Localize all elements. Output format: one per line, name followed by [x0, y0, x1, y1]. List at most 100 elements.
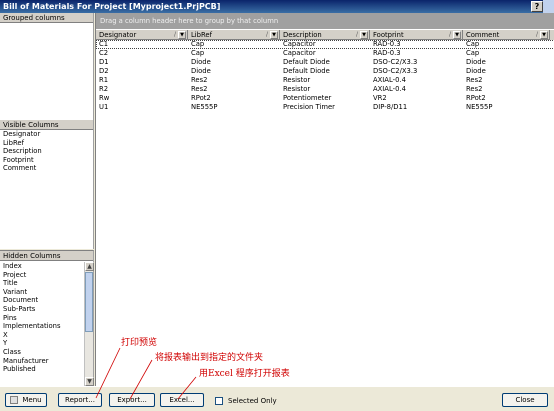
table-row[interactable]: D1 Diode Default Diode DSO-C2/X3.3 Diode: [96, 58, 554, 67]
hidden-column-item[interactable]: Index: [0, 262, 84, 271]
annotation-excel: 用Excel 程序打开报表: [199, 369, 290, 379]
close-button[interactable]: Close: [502, 393, 548, 407]
table-cell: DSO-C2/X3.3: [373, 67, 418, 75]
table-row[interactable]: R1 Res2 Resistor AXIAL-0.4 Res2: [96, 76, 554, 85]
annotation-export: 将报表输出到指定的文件夹: [155, 353, 264, 363]
column-header[interactable]: Designator / ▼: [96, 30, 188, 40]
hidden-column-item[interactable]: Document: [0, 296, 84, 305]
column-header[interactable]: Footprint / ▼: [370, 30, 463, 40]
column-header[interactable]: Comment / ▼: [463, 30, 550, 40]
filter-dropdown-icon[interactable]: ▼: [178, 31, 186, 39]
sort-icon: /: [448, 31, 451, 38]
excel-button[interactable]: Excel...: [160, 393, 204, 407]
table-cell: R2: [99, 85, 109, 93]
window-title: Bill of Materials For Project [Myproject…: [3, 2, 221, 11]
table-row[interactable]: D2 Diode Default Diode DSO-C2/X3.3 Diode: [96, 67, 554, 76]
grouped-columns-header: Grouped columns: [0, 13, 93, 23]
table-cell: Capacitor: [283, 49, 316, 57]
filter-dropdown-icon[interactable]: ▼: [540, 31, 548, 39]
column-header-label: Designator: [99, 31, 137, 39]
table-cell: C1: [99, 40, 109, 48]
table-cell: R1: [99, 76, 109, 84]
table-cell: DIP-8/D11: [373, 103, 408, 111]
bom-grid: Drag a column header here to group by th…: [95, 13, 554, 386]
sort-icon: /: [265, 31, 268, 38]
hidden-columns-header: Hidden Columns: [0, 251, 93, 261]
grouped-columns-panel[interactable]: Grouped columns: [0, 13, 94, 120]
column-header-label: Footprint: [373, 31, 404, 39]
table-cell: RPot2: [191, 94, 211, 102]
table-row[interactable]: Rw RPot2 Potentiometer VR2 RPot2: [96, 94, 554, 103]
column-header[interactable]: LibRef / ▼: [188, 30, 280, 40]
filter-dropdown-icon[interactable]: ▼: [453, 31, 461, 39]
table-cell: Diode: [466, 58, 486, 66]
table-cell: AXIAL-0.4: [373, 76, 406, 84]
menu-icon: [10, 396, 18, 404]
visible-column-item[interactable]: Comment: [0, 164, 93, 173]
table-cell: RPot2: [466, 94, 486, 102]
annotation-print-preview: 打印预览: [121, 338, 158, 348]
hidden-column-item[interactable]: Project: [0, 271, 84, 280]
table-row[interactable]: R2 Res2 Resistor AXIAL-0.4 Res2: [96, 85, 554, 94]
table-row[interactable]: C2 Cap Capacitor RAD-0.3 Cap: [96, 49, 554, 58]
hidden-column-item[interactable]: Manufacturer: [0, 357, 84, 366]
table-row[interactable]: C1 Cap Capacitor RAD-0.3 Cap: [96, 40, 554, 49]
export-button[interactable]: Export...: [109, 393, 155, 407]
visible-column-item[interactable]: LibRef: [0, 139, 93, 148]
table-row[interactable]: U1 NE555P Precision Timer DIP-8/D11 NE555P: [96, 103, 554, 112]
hidden-column-item[interactable]: Title: [0, 279, 84, 288]
table-cell: Precision Timer: [283, 103, 335, 111]
table-cell: NE555P: [466, 103, 493, 111]
filter-dropdown-icon[interactable]: ▼: [360, 31, 368, 39]
group-by-bar[interactable]: Drag a column header here to group by th…: [96, 13, 554, 29]
hidden-column-item[interactable]: Sub-Parts: [0, 305, 84, 314]
table-cell: C2: [99, 49, 109, 57]
table-cell: Rw: [99, 94, 110, 102]
visible-columns-panel[interactable]: Visible Columns Designator LibRef Descript…: [0, 120, 94, 249]
hidden-column-item[interactable]: Published: [0, 365, 84, 374]
column-header-label: Description: [283, 31, 322, 39]
table-cell: D2: [99, 67, 109, 75]
table-cell: U1: [99, 103, 109, 111]
hidden-column-item[interactable]: X: [0, 331, 84, 340]
visible-columns-header: Visible Columns: [0, 120, 93, 130]
sort-icon: /: [535, 31, 538, 38]
table-cell: Resistor: [283, 85, 311, 93]
title-edge: [543, 0, 554, 13]
column-header[interactable]: Description / ▼: [280, 30, 370, 40]
column-header-row: Designator / ▼ LibRef / ▼ Description / ▼ Footpri…: [96, 30, 554, 40]
table-cell: Default Diode: [283, 67, 330, 75]
table-cell: Cap: [466, 49, 480, 57]
hidden-columns-scrollbar[interactable]: ▲ ▼: [84, 262, 94, 386]
report-button[interactable]: Report...: [58, 393, 102, 407]
filter-dropdown-icon[interactable]: ▼: [270, 31, 278, 39]
visible-column-item[interactable]: Footprint: [0, 156, 93, 165]
table-cell: Diode: [466, 67, 486, 75]
table-cell: DSO-C2/X3.3: [373, 58, 418, 66]
table-cell: Res2: [466, 76, 483, 84]
table-cell: Cap: [191, 40, 205, 48]
hidden-column-item[interactable]: Implementations: [0, 322, 84, 331]
help-button[interactable]: ?: [531, 1, 543, 12]
hidden-column-item[interactable]: Pins: [0, 314, 84, 323]
grid-rows: C1 Cap Capacitor RAD-0.3 Cap C2 Cap Capacitor RA…: [96, 40, 554, 112]
table-cell: RAD-0.3: [373, 40, 401, 48]
table-cell: Potentiometer: [283, 94, 332, 102]
scroll-thumb[interactable]: [85, 272, 93, 332]
visible-column-item[interactable]: Designator: [0, 130, 93, 139]
sort-icon: /: [355, 31, 358, 38]
title-bar: Bill of Materials For Project [Myproject…: [0, 0, 554, 13]
selected-only-checkbox[interactable]: [215, 397, 223, 405]
visible-column-item[interactable]: Description: [0, 147, 93, 156]
scroll-up-icon[interactable]: ▲: [85, 262, 94, 271]
table-cell: NE555P: [191, 103, 218, 111]
hidden-column-item[interactable]: Class: [0, 348, 84, 357]
scroll-down-icon[interactable]: ▼: [85, 377, 94, 386]
hidden-column-item[interactable]: Variant: [0, 288, 84, 297]
menu-button[interactable]: Menu: [5, 393, 47, 407]
hidden-column-item[interactable]: Y: [0, 339, 84, 348]
bottom-toolbar: Menu Report... Export... Excel... Select…: [0, 386, 554, 411]
hidden-columns-panel[interactable]: Hidden Columns Index Project Title Variant D…: [0, 250, 94, 386]
selected-only-label: Selected Only: [228, 397, 277, 405]
table-cell: Res2: [191, 76, 208, 84]
